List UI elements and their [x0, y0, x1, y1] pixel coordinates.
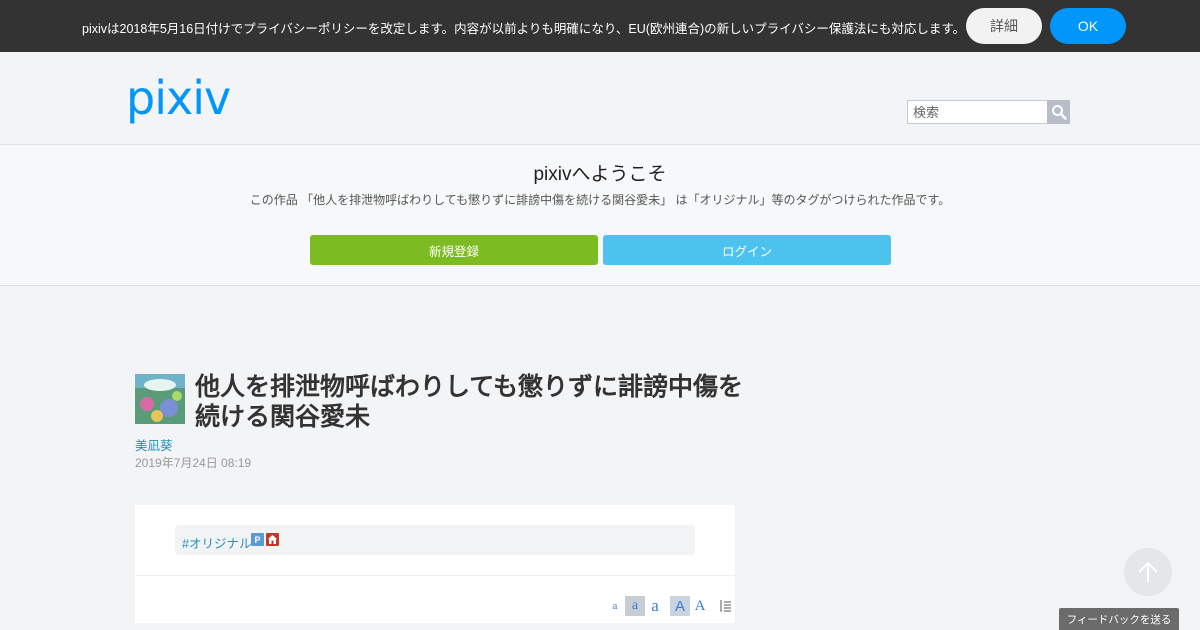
tag-lock-icon: [266, 533, 279, 546]
login-button[interactable]: ログイン: [603, 235, 891, 265]
search-icon: [1051, 105, 1067, 120]
privacy-message: pixivは2018年5月16日付けでプライバシーポリシーを改定します。内容が以…: [82, 22, 966, 36]
welcome-section: pixivへようこそ この作品 「他人を排泄物呼ばわりしても懲りずに誹謗中傷を続…: [0, 145, 1200, 286]
font-size-small-button[interactable]: a: [605, 596, 625, 616]
search-input[interactable]: [907, 100, 1047, 124]
logo-text: pixiv: [126, 71, 230, 125]
privacy-banner: pixivは2018年5月16日付けでプライバシーポリシーを改定します。内容が以…: [0, 0, 1200, 52]
site-header: pixiv: [0, 52, 1200, 145]
welcome-title: pixivへようこそ: [533, 164, 667, 185]
work-title: 他人を排泄物呼ばわりしても懲りずに誹謗中傷を続ける関谷愛未: [195, 373, 744, 431]
house-glyph: [268, 535, 277, 544]
search-button[interactable]: [1047, 100, 1070, 124]
tag-list: #オリジナル P: [175, 525, 695, 555]
writing-direction-button[interactable]: [715, 596, 735, 616]
welcome-description: この作品 「他人を排泄物呼ばわりしても懲りずに誹謗中傷を続ける関谷愛未」 は「オ…: [249, 193, 951, 207]
author-name-link[interactable]: 美凪葵: [135, 435, 173, 454]
font-mincho-button[interactable]: A: [690, 596, 710, 616]
vertical-text-icon: [720, 600, 731, 612]
work-content-card: #オリジナル P a a a A A: [135, 505, 735, 623]
author-avatar[interactable]: [135, 374, 185, 424]
font-size-large-button[interactable]: a: [645, 596, 665, 616]
privacy-ok-button[interactable]: OK: [1050, 8, 1126, 44]
pixpedia-icon[interactable]: P: [251, 533, 264, 546]
signup-button[interactable]: 新規登録: [310, 235, 598, 265]
card-divider: [135, 575, 735, 576]
avatar-image: [135, 374, 185, 424]
scroll-to-top-button[interactable]: [1124, 548, 1172, 596]
post-date: 2019年7月24日 08:19: [135, 456, 252, 470]
font-controls: a a a A A: [605, 596, 735, 616]
arrow-up-icon: [1138, 561, 1158, 582]
font-gothic-button[interactable]: A: [670, 596, 690, 616]
feedback-button[interactable]: フィードバックを送る: [1059, 608, 1179, 630]
privacy-details-button[interactable]: 詳細: [966, 8, 1042, 44]
search-box: [907, 100, 1070, 124]
pixiv-logo[interactable]: pixiv: [124, 70, 252, 126]
font-size-medium-button[interactable]: a: [625, 596, 645, 616]
tag-original[interactable]: #オリジナル: [182, 533, 251, 552]
